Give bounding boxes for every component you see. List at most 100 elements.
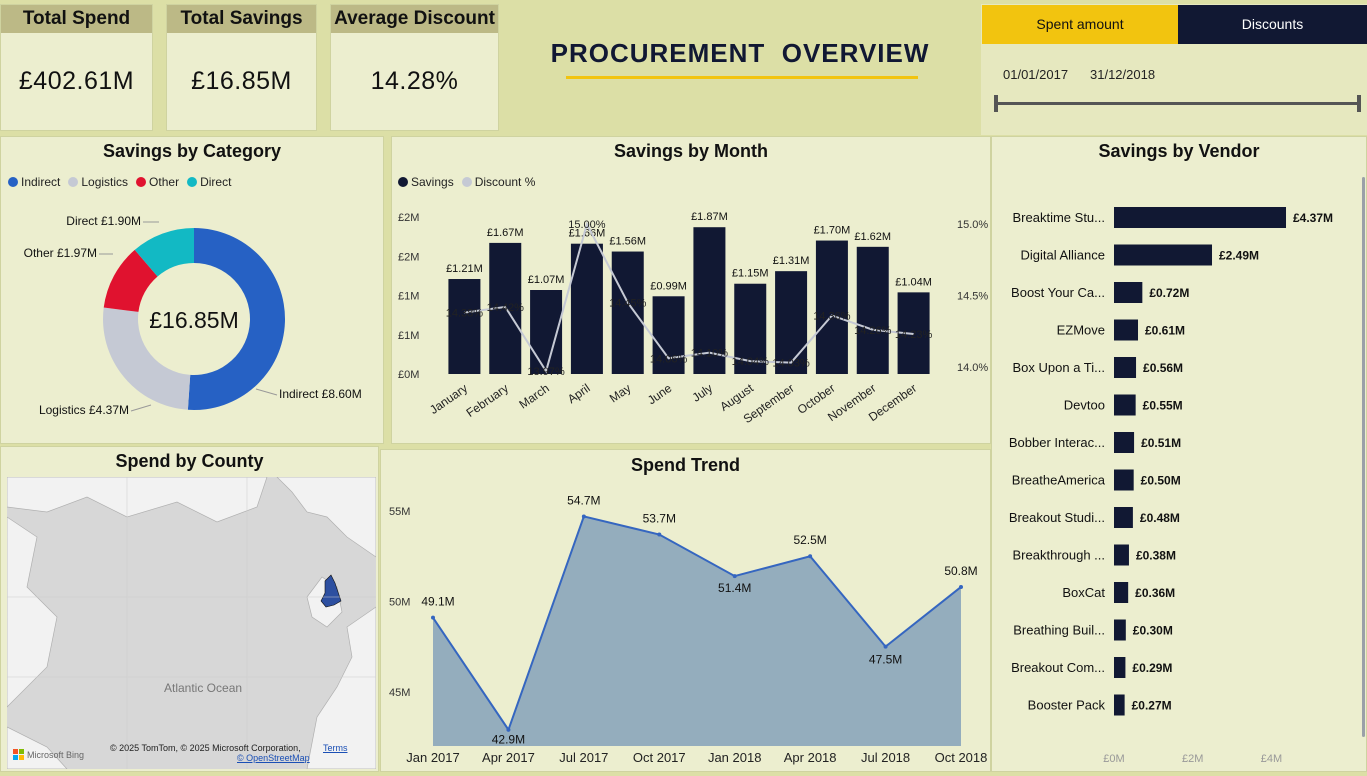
vendor-data-label: £0.30M xyxy=(1133,624,1173,638)
vendor-data-label: £0.50M xyxy=(1141,474,1181,488)
bar-november[interactable] xyxy=(856,246,889,374)
savings-by-vendor-panel: Savings by Vendor Breaktime Stu... £4.37M… xyxy=(991,136,1367,772)
discount-data-label: 14.45% xyxy=(609,298,647,310)
vendor-bar[interactable] xyxy=(1114,207,1287,228)
x-tick-label: July xyxy=(690,381,716,405)
tab-spent-amount[interactable]: Spent amount xyxy=(982,5,1178,44)
vendor-bar[interactable] xyxy=(1114,619,1126,641)
trend-point xyxy=(581,514,586,519)
date-end-input[interactable]: 31/12/2018 xyxy=(1090,67,1155,82)
category-donut-chart[interactable]: £16.85M Direct £1.90M Other £1.97M Logistic… xyxy=(1,137,385,445)
trend-data-label: 52.5M xyxy=(793,533,826,547)
donut-center-label: £16.85M xyxy=(149,307,239,333)
vendor-data-label: £0.29M xyxy=(1132,661,1172,675)
vendor-bar[interactable] xyxy=(1114,432,1135,453)
vendor-data-label: £0.36M xyxy=(1135,586,1175,600)
bar-data-label: £1.62M xyxy=(854,231,891,243)
trend-point xyxy=(431,615,435,620)
label-other: Other £1.97M xyxy=(24,246,97,260)
discount-data-label: 14.42% xyxy=(487,302,525,314)
y-tick-label: £2M xyxy=(398,212,419,224)
y-tick-label: £1M xyxy=(398,330,419,342)
vendor-bar[interactable] xyxy=(1114,544,1129,566)
trend-data-label: 47.5M xyxy=(869,653,902,667)
y-tick-label: £2M xyxy=(398,251,419,263)
bing-logo: Microsoft Bing xyxy=(13,749,84,760)
chart-title: Spend by County xyxy=(115,451,264,471)
trend-data-label: 53.7M xyxy=(643,512,676,526)
vendor-data-label: £4.37M xyxy=(1293,211,1333,225)
y-tick-label: 50M xyxy=(389,596,410,608)
x-tick-label: Oct 2018 xyxy=(935,750,988,765)
vendor-bar[interactable] xyxy=(1114,507,1133,528)
trend-point xyxy=(506,727,511,732)
y-tick-label: 45M xyxy=(389,687,410,699)
slider-handle-start[interactable] xyxy=(994,95,998,112)
vendor-bar[interactable] xyxy=(1114,694,1125,716)
vendor-label: BreatheAmerica xyxy=(1012,473,1106,488)
vendor-bar[interactable] xyxy=(1114,282,1143,303)
bar-january[interactable] xyxy=(448,279,481,374)
kpi-card-total-spend: Total Spend £402.61M xyxy=(0,4,153,131)
bar-data-label: £1.70M xyxy=(814,225,851,237)
discount-data-label: 14.10% xyxy=(691,348,729,360)
bar-data-label: £1.04M xyxy=(895,276,932,288)
vendor-label: Bobber Interac... xyxy=(1009,435,1105,450)
map-osm-link[interactable]: © OpenStreetMap xyxy=(237,753,310,763)
vendor-bar[interactable] xyxy=(1114,582,1129,603)
savings-by-vendor-chart[interactable]: Breaktime Stu... £4.37M Digital Alliance £2… xyxy=(992,137,1367,773)
vendor-bar[interactable] xyxy=(1114,469,1134,491)
vendor-label: Digital Alliance xyxy=(1020,248,1105,263)
savings-by-category-panel: Savings by Category Indirect Logistics O… xyxy=(0,136,384,444)
vendor-bar[interactable] xyxy=(1114,394,1136,416)
spend-trend-panel: Spend Trend 45M 50M 55M 49.1M Jan 2017 42.9M A… xyxy=(380,449,991,772)
x-tick-label: June xyxy=(645,381,675,408)
x-tick-label: January xyxy=(427,381,470,417)
page-title: PROCUREMENT OVERVIEW xyxy=(550,38,930,68)
map-graphic xyxy=(7,477,376,769)
discount-data-label: 14.23% xyxy=(895,329,933,341)
vendor-bar[interactable] xyxy=(1114,244,1213,266)
x-tick-label: Oct 2017 xyxy=(633,750,686,765)
x-tick-label: Jan 2017 xyxy=(406,750,460,765)
date-range-slider[interactable] xyxy=(996,102,1360,105)
spend-trend-chart[interactable]: 45M 50M 55M 49.1M Jan 2017 42.9M Apr 2017 54.7M… xyxy=(381,450,992,773)
kpi-card-average-discount: Average Discount 14.28% xyxy=(330,4,499,131)
trend-point xyxy=(657,532,662,537)
vendor-data-label: £0.48M xyxy=(1140,511,1180,525)
vendor-label: Booster Pack xyxy=(1028,698,1106,713)
map-terms-link[interactable]: Terms xyxy=(323,743,348,753)
x-tick-label: £2M xyxy=(1182,753,1203,765)
vendor-label: Boost Your Ca... xyxy=(1011,285,1105,300)
bar-data-label: £1.15M xyxy=(732,268,769,280)
vendor-label: Devtoo xyxy=(1064,398,1105,413)
trend-data-label: 42.9M xyxy=(492,733,525,747)
bar-data-label: £1.07M xyxy=(528,274,565,286)
bar-october[interactable] xyxy=(815,240,848,374)
label-logistics: Logistics £4.37M xyxy=(39,403,129,417)
bar-may[interactable] xyxy=(611,251,644,374)
vendor-bar[interactable] xyxy=(1114,357,1137,378)
savings-by-month-chart[interactable]: £0M £1M £1M £2M £2M 14.0% 14.5% 15.0% £1.21M Janu… xyxy=(392,137,992,445)
trend-data-label: 50.8M xyxy=(944,564,977,578)
vendor-bar[interactable] xyxy=(1114,319,1139,341)
trend-point xyxy=(959,584,963,589)
tab-discounts[interactable]: Discounts xyxy=(1178,5,1367,44)
y-tick-label: £0M xyxy=(398,369,419,381)
vendor-label: Breakout Studi... xyxy=(1009,510,1105,525)
vendor-bar[interactable] xyxy=(1114,657,1126,678)
vendor-scrollbar[interactable] xyxy=(1362,177,1365,737)
discount-data-label: 15.00% xyxy=(568,219,606,231)
date-start-input[interactable]: 01/01/2017 xyxy=(1003,67,1068,82)
vendor-data-label: £0.55M xyxy=(1143,399,1183,413)
vendor-label: Box Upon a Ti... xyxy=(1013,360,1106,375)
vendor-data-label: £0.38M xyxy=(1136,549,1176,563)
x-tick-label: Apr 2018 xyxy=(784,750,837,765)
kpi-value: 14.28% xyxy=(370,67,459,95)
slider-handle-end[interactable] xyxy=(1357,95,1361,112)
map[interactable]: Atlantic Ocean Microsoft Bing © 2025 Tom… xyxy=(7,477,376,769)
y-tick-label: 55M xyxy=(389,506,410,518)
x-tick-label: Jul 2017 xyxy=(559,750,608,765)
vendor-data-label: £0.56M xyxy=(1143,361,1183,375)
trend-point xyxy=(732,574,737,579)
